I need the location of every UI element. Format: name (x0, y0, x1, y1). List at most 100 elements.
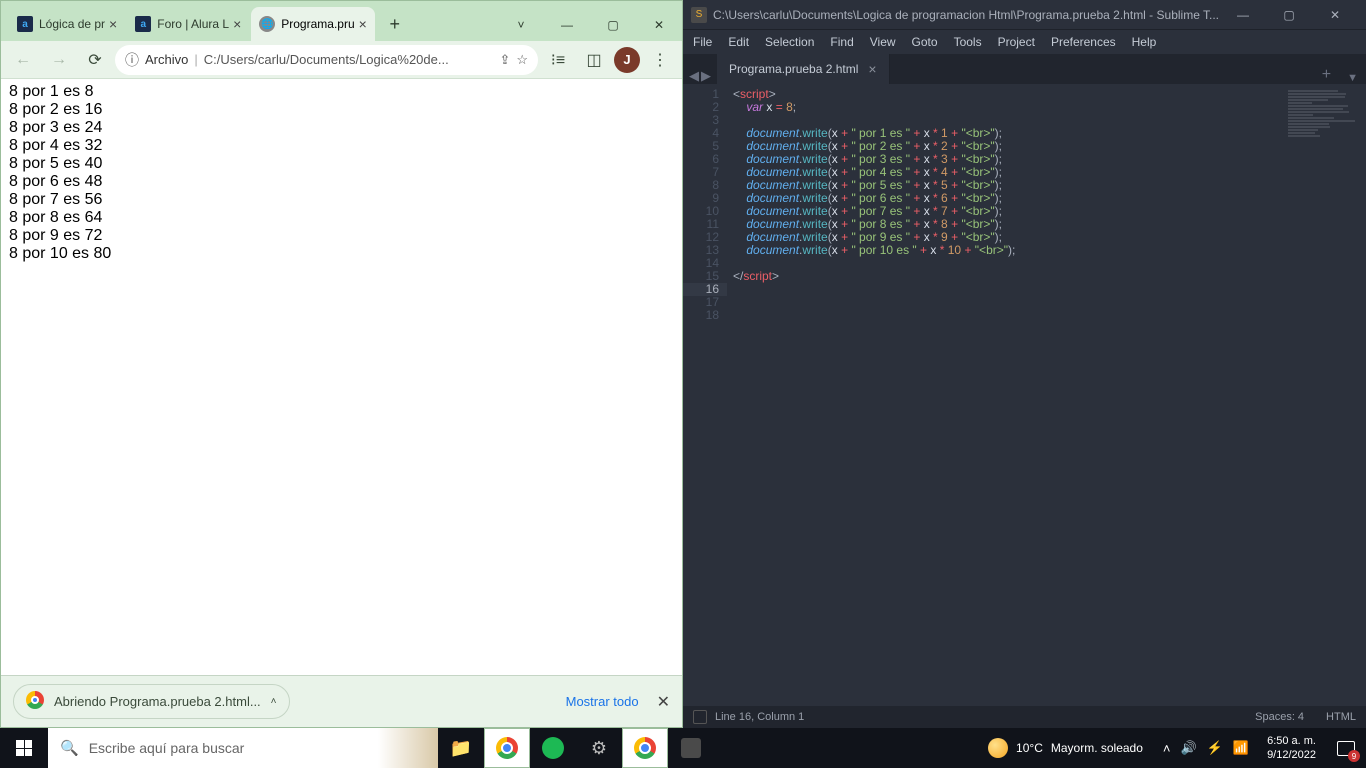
chrome-titlebar: a Lógica de pr ×a Foro | Alura L ×🌐 Prog… (1, 1, 682, 41)
forward-button[interactable]: → (43, 44, 75, 76)
menu-item[interactable]: Find (830, 35, 853, 49)
extensions-icon[interactable]: ⁝≡ (542, 44, 574, 76)
tray-volume-icon[interactable]: 🔊 (1181, 740, 1197, 756)
minimap[interactable] (1286, 88, 1366, 188)
chrome-collapse-icon[interactable]: ˅ (498, 9, 544, 41)
weather-sun-icon (988, 738, 1008, 758)
editor-tab[interactable]: Programa.prueba 2.html × (717, 54, 890, 84)
notification-center[interactable]: 9 (1326, 728, 1366, 768)
chevron-up-icon[interactable]: ˄ (271, 696, 277, 707)
tab-history-fwd-icon[interactable]: ▶ (701, 68, 711, 84)
taskbar-explorer-icon[interactable]: 📁 (438, 728, 484, 768)
output-line: 8 por 4 es 32 (9, 137, 674, 155)
show-all-downloads[interactable]: Mostrar todo (566, 694, 639, 709)
close-download-bar[interactable]: ✕ (657, 692, 670, 712)
indent-status[interactable]: Spaces: 4 (1255, 711, 1304, 723)
menu-item[interactable]: Tools (954, 35, 982, 49)
tray-wifi-icon[interactable]: 📶 (1233, 740, 1249, 756)
tab-close-icon[interactable]: × (868, 61, 876, 77)
search-icon: 🔍 (60, 739, 79, 757)
code-content[interactable]: <script> var x = 8; document.write(x + "… (727, 84, 1366, 706)
output-line: 8 por 9 es 72 (9, 227, 674, 245)
download-bar: Abriendo Programa.prueba 2.html... ˄ Mos… (1, 675, 682, 727)
tray-battery-icon[interactable]: ⚡ (1207, 740, 1223, 756)
tab-history-back-icon[interactable]: ◀ (689, 68, 699, 84)
bookmark-icon[interactable]: ☆ (516, 52, 528, 68)
chrome-minimize-button[interactable]: — (544, 9, 590, 41)
sublime-title: C:\Users\carlu\Documents\Logica de progr… (713, 8, 1220, 22)
taskbar-chrome2-icon[interactable] (622, 728, 668, 768)
download-chip[interactable]: Abriendo Programa.prueba 2.html... ˄ (13, 684, 290, 719)
tab-close-icon[interactable]: × (109, 16, 117, 32)
address-bar[interactable]: ⓘ Archivo | C:/Users/carlu/Documents/Log… (115, 45, 538, 75)
menu-item[interactable]: Edit (728, 35, 749, 49)
tab-favicon: a (135, 16, 151, 32)
profile-avatar[interactable]: J (614, 47, 640, 73)
tab-close-icon[interactable]: × (359, 16, 367, 32)
menu-item[interactable]: Goto (912, 35, 938, 49)
browser-tab[interactable]: 🌐 Programa.pru × (251, 7, 375, 41)
tab-title: Lógica de pr (39, 17, 105, 31)
taskbar-chrome-icon[interactable] (484, 728, 530, 768)
browser-tab[interactable]: a Lógica de pr × (9, 7, 125, 41)
taskbar-sublime-icon[interactable] (668, 728, 714, 768)
back-button[interactable]: ← (7, 44, 39, 76)
taskbar-spotify-icon[interactable] (530, 728, 576, 768)
tab-title: Foro | Alura L (157, 17, 229, 31)
output-line: 8 por 2 es 16 (9, 101, 674, 119)
url-path: C:/Users/carlu/Documents/Logica%20de... (204, 52, 494, 67)
chrome-window-controls: ˅ — ▢ ✕ (498, 9, 682, 41)
chrome-close-button[interactable]: ✕ (636, 9, 682, 41)
sublime-menubar: File Edit Selection Find View Goto Tools Projec… (683, 30, 1366, 54)
notification-badge: 9 (1348, 750, 1360, 762)
search-placeholder: Escribe aquí para buscar (89, 740, 245, 756)
system-tray[interactable]: ˄ 🔊 ⚡ 📶 (1155, 740, 1257, 756)
tab-favicon: 🌐 (259, 16, 275, 32)
share-icon[interactable]: ⇪ (499, 52, 510, 68)
menu-item[interactable]: Help (1132, 35, 1157, 49)
new-tab-button[interactable]: + (1314, 66, 1339, 84)
output-line: 8 por 1 es 8 (9, 83, 674, 101)
taskbar-clock[interactable]: 6:50 a. m. 9/12/2022 (1257, 734, 1326, 762)
page-content: 8 por 1 es 88 por 2 es 168 por 3 es 248 … (1, 79, 682, 675)
chrome-window: a Lógica de pr ×a Foro | Alura L ×🌐 Prog… (0, 0, 683, 728)
output-line: 8 por 5 es 40 (9, 155, 674, 173)
menu-item[interactable]: Preferences (1051, 35, 1116, 49)
taskbar-search[interactable]: 🔍 Escribe aquí para buscar (48, 728, 378, 768)
menu-item[interactable]: View (870, 35, 896, 49)
start-button[interactable] (0, 728, 48, 768)
sublime-window: S C:\Users\carlu\Documents\Logica de pro… (683, 0, 1366, 728)
sublime-tabbar: ◀ ▶ Programa.prueba 2.html × + ▼ (683, 54, 1366, 84)
sublime-maximize-button[interactable]: ▢ (1266, 0, 1312, 30)
chrome-toolbar: ← → ⟳ ⓘ Archivo | C:/Users/carlu/Documen… (1, 41, 682, 79)
sublime-close-button[interactable]: ✕ (1312, 0, 1358, 30)
tab-dropdown-icon[interactable]: ▼ (1339, 72, 1366, 84)
output-line: 8 por 7 es 56 (9, 191, 674, 209)
line-gutter: 123456789101112131415161718 (683, 84, 727, 706)
menu-item[interactable]: File (693, 35, 712, 49)
sublime-minimize-button[interactable]: — (1220, 0, 1266, 30)
output-line: 8 por 10 es 80 (9, 245, 674, 263)
sublime-app-icon: S (691, 7, 707, 23)
taskbar-weather[interactable]: 10°C Mayorm. soleado (976, 738, 1155, 758)
site-info-icon[interactable]: ⓘ (125, 50, 139, 70)
tab-favicon: a (17, 16, 33, 32)
tab-close-icon[interactable]: × (233, 16, 241, 32)
tray-chevron-icon[interactable]: ˄ (1163, 741, 1171, 756)
sidepanel-icon[interactable]: ◫ (578, 44, 610, 76)
editor-area[interactable]: 123456789101112131415161718 <script> var… (683, 84, 1366, 706)
menu-item[interactable]: Project (998, 35, 1035, 49)
search-highlight-icon[interactable] (378, 728, 438, 768)
output-line: 8 por 8 es 64 (9, 209, 674, 227)
download-filename: Abriendo Programa.prueba 2.html... (54, 694, 261, 709)
chrome-maximize-button[interactable]: ▢ (590, 9, 636, 41)
syntax-status[interactable]: HTML (1326, 711, 1356, 723)
browser-tab[interactable]: a Foro | Alura L × (127, 7, 249, 41)
tab-strip: a Lógica de pr ×a Foro | Alura L ×🌐 Prog… (1, 1, 498, 41)
status-panel-icon[interactable] (693, 710, 707, 724)
taskbar-settings-icon[interactable]: ⚙ (576, 728, 622, 768)
reload-button[interactable]: ⟳ (79, 44, 111, 76)
menu-item[interactable]: Selection (765, 35, 814, 49)
new-tab-button[interactable]: + (381, 10, 409, 38)
chrome-menu-button[interactable]: ⋮ (644, 44, 676, 76)
